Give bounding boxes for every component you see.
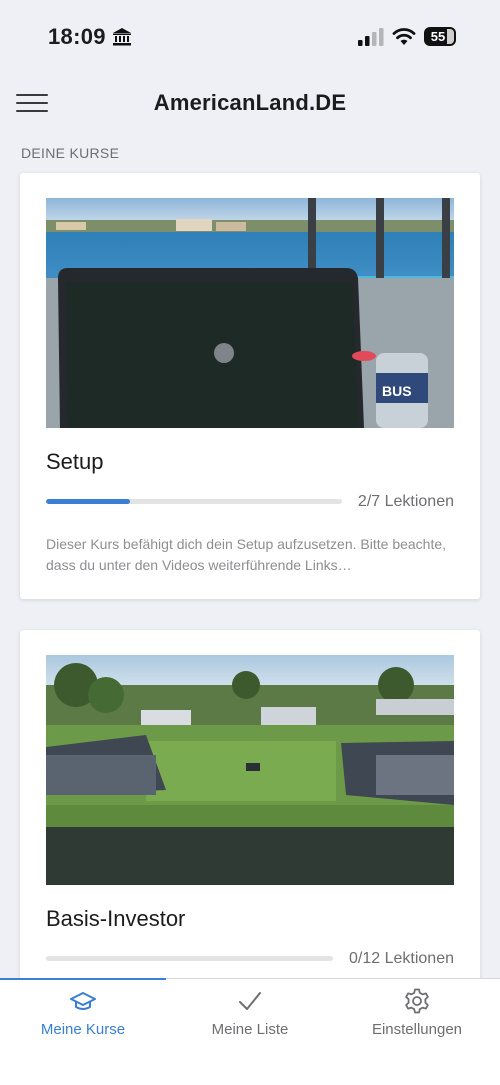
checkmark-icon [239, 992, 261, 1010]
course-card[interactable]: BUS Setup 2/7 Lektionen Dieser Kurs befä… [20, 173, 480, 599]
tab-einstellungen[interactable]: Einstellungen [334, 979, 500, 1049]
gear-icon [405, 988, 429, 1014]
course-progress-bar [46, 499, 342, 504]
tab-label: Meine Liste [211, 1021, 289, 1038]
tab-meine-liste[interactable]: Meine Liste [167, 979, 333, 1049]
tab-label: Einstellungen [371, 1021, 463, 1038]
course-image [46, 655, 454, 885]
tab-label: Meine Kurse [40, 1021, 126, 1038]
bank-icon [113, 28, 131, 46]
app-title: AmericanLand.DE [153, 90, 347, 115]
svg-text:BUS: BUS [382, 383, 412, 399]
course-progress-bar [46, 956, 333, 961]
course-title: Setup [46, 449, 104, 474]
tab-meine-kurse[interactable]: Meine Kurse [0, 979, 166, 1049]
course-progress-fill [46, 499, 131, 504]
cellular-signal-icon [358, 28, 384, 46]
app-header: AmericanLand.DE [0, 72, 500, 134]
course-progress-label: 0/12 Lektionen [349, 950, 454, 967]
battery-icon: 55 [424, 27, 456, 46]
status-bar: 18:09 55 [0, 0, 500, 72]
wifi-icon [392, 28, 416, 45]
tab-bar: Meine Kurse Meine Liste Einstellungen [0, 978, 500, 1085]
battery-level: 55 [430, 29, 446, 44]
course-image: BUS [46, 198, 454, 428]
graduation-cap-icon [70, 992, 96, 1010]
status-time: 18:09 [48, 24, 106, 49]
course-description: Dieser Kurs befähigt dich dein Setup auf… [46, 536, 447, 573]
course-title: Basis-Investor [46, 906, 186, 931]
section-title: DEINE KURSE [21, 145, 120, 161]
course-progress-label: 2/7 Lektionen [357, 493, 454, 510]
